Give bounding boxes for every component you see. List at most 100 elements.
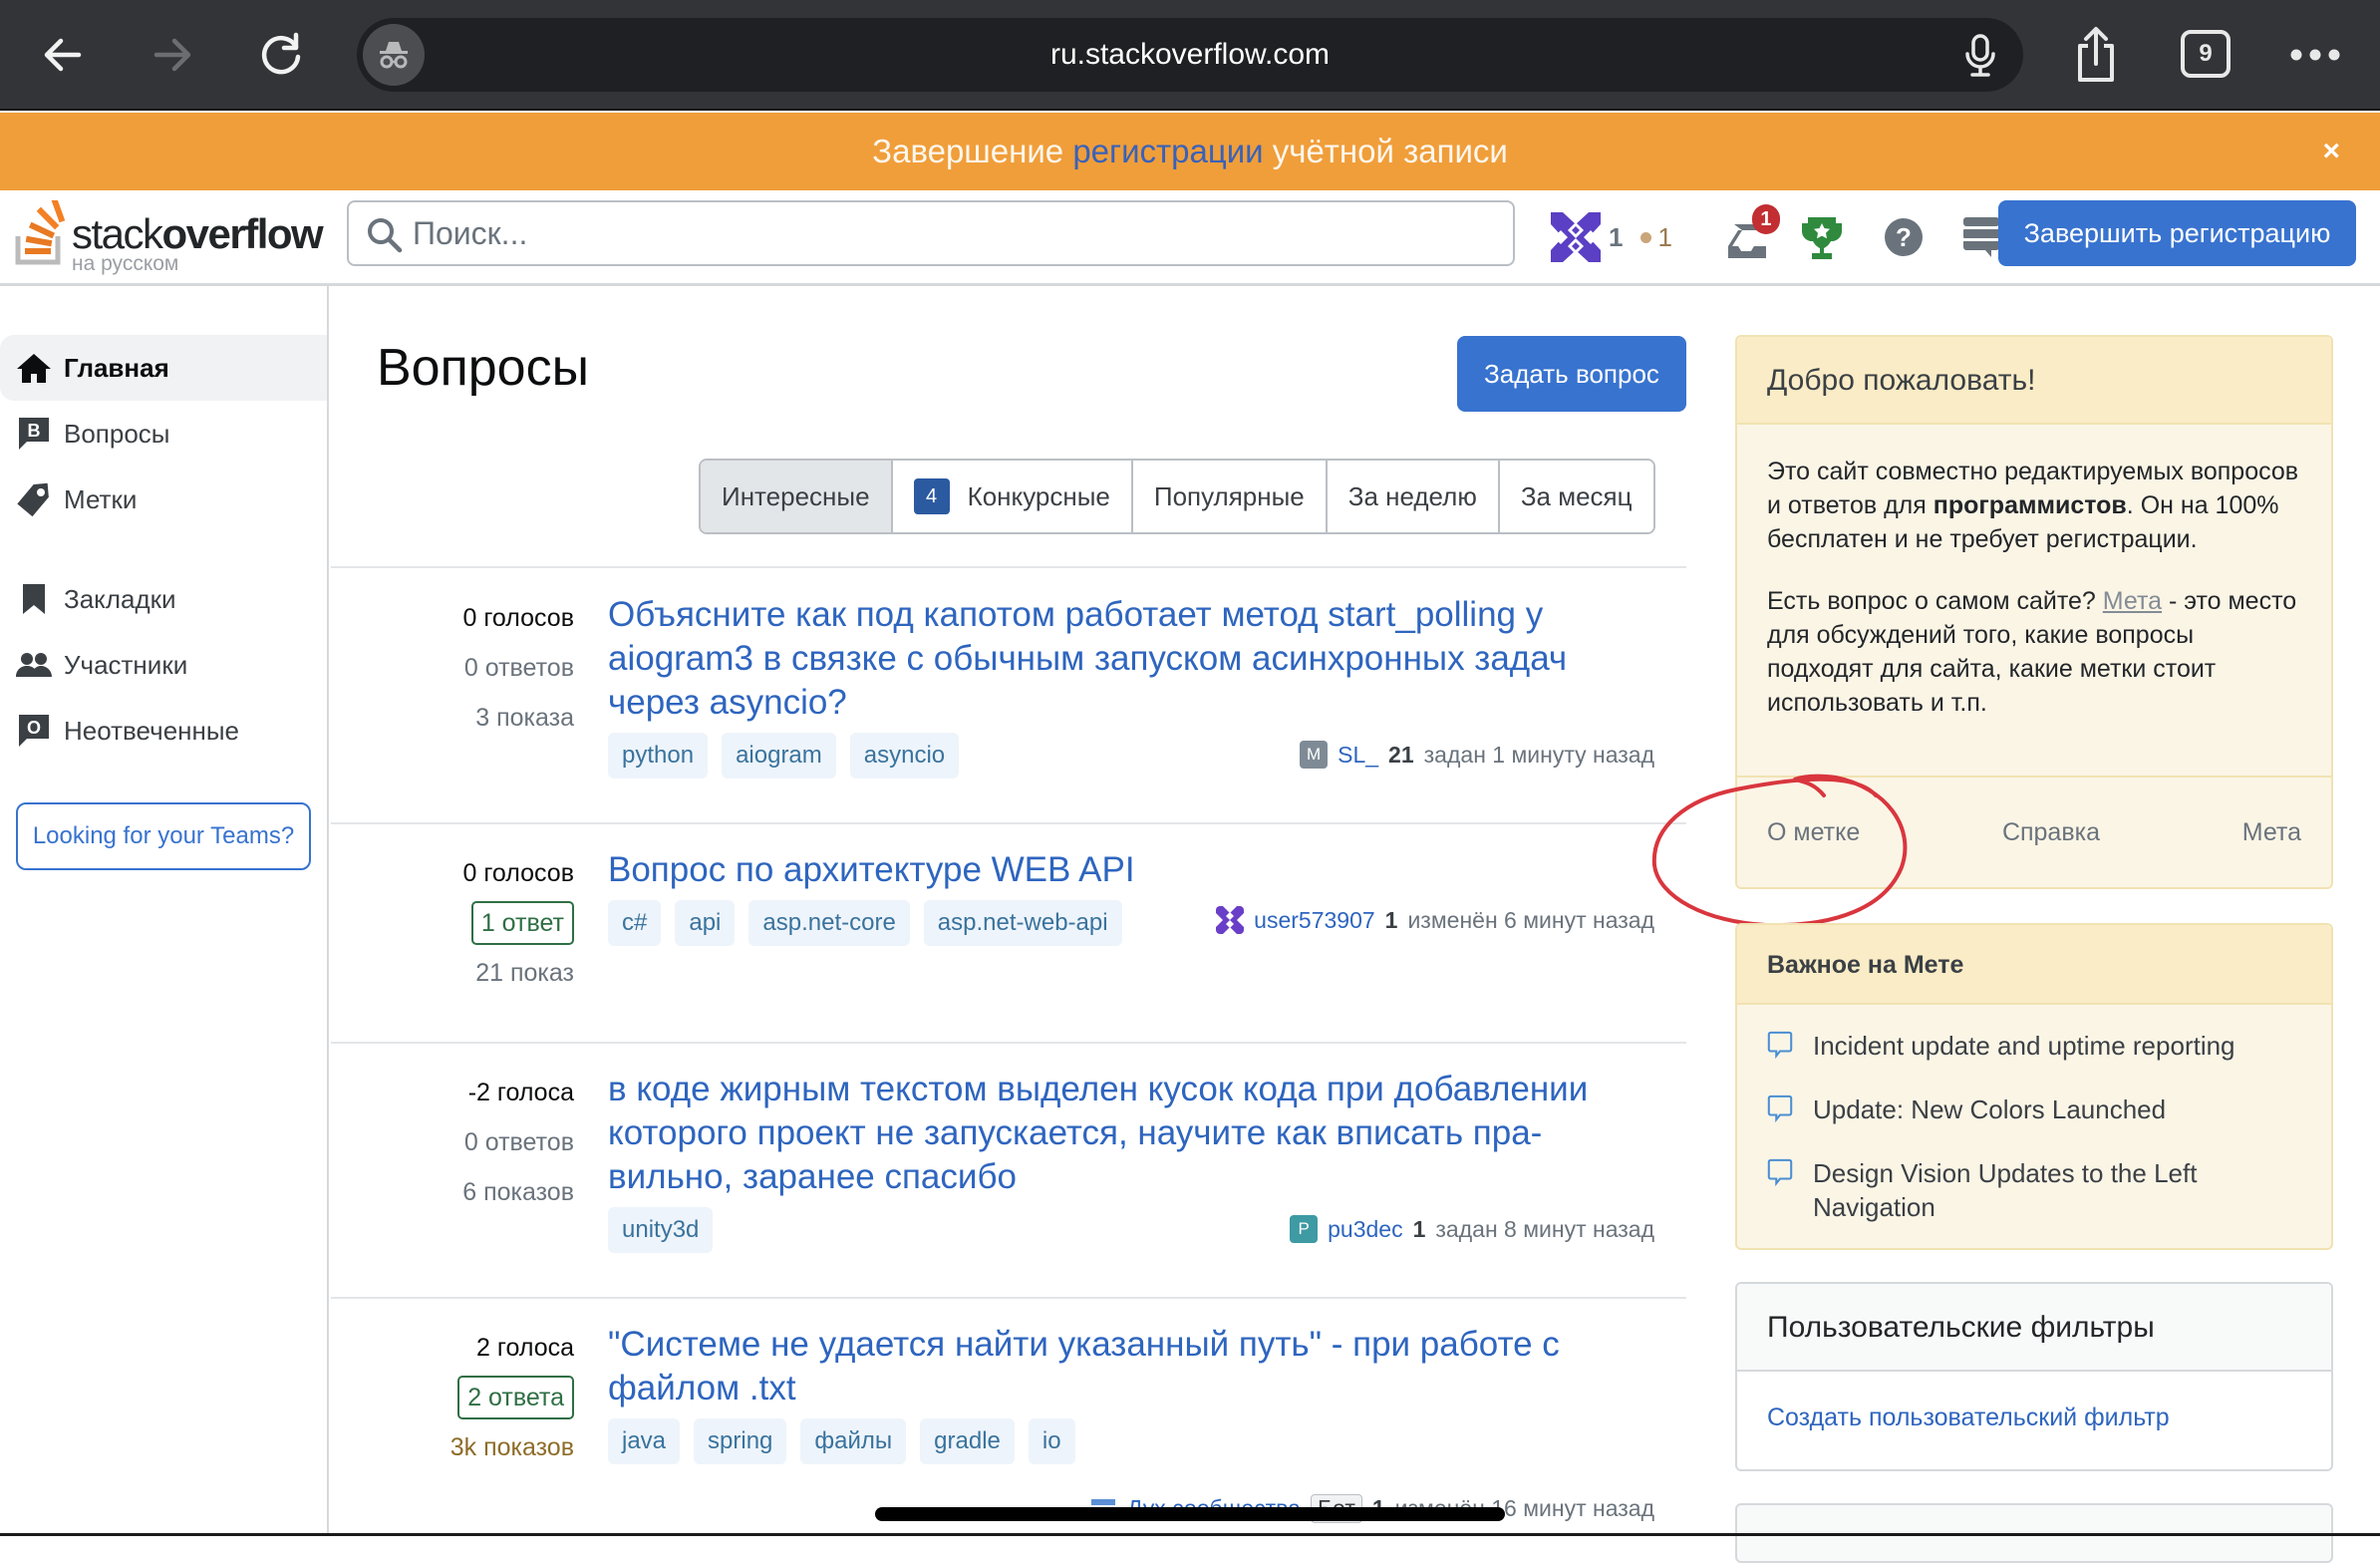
user-name-link[interactable]: user573907	[1254, 907, 1375, 934]
question-timestamp[interactable]: задан 8 минут назад	[1435, 1216, 1654, 1243]
sidebar-item-unanswered[interactable]: O Неотвеченные	[0, 698, 327, 764]
about-tag-link[interactable]: О метке	[1767, 818, 1860, 847]
search-input[interactable]	[413, 202, 1499, 264]
tag[interactable]: asp.net-core	[748, 900, 910, 946]
tag[interactable]: java	[608, 1418, 681, 1464]
sidebar-item-home[interactable]: Главная	[0, 335, 327, 401]
divider	[331, 1042, 1686, 1044]
tag[interactable]: io	[1028, 1418, 1075, 1464]
tag[interactable]: asyncio	[849, 733, 960, 779]
custom-filters-title: Пользовательские фильтры	[1737, 1284, 2331, 1372]
meta-post-item[interactable]: Incident update and uptime reporting	[1767, 1029, 2305, 1063]
vote-count: 0 голосов	[462, 604, 574, 632]
meta-post-title[interactable]: Update: New Colors Launched	[1813, 1093, 2166, 1126]
user-name-link[interactable]: SL_	[1338, 742, 1378, 769]
svg-text:B: B	[28, 421, 41, 441]
tag[interactable]: файлы	[800, 1418, 907, 1464]
search-box[interactable]	[347, 200, 1515, 266]
inbox-button[interactable]: 1	[1724, 204, 1780, 262]
filter-bountied[interactable]: 4 Конкурсные	[892, 461, 1133, 532]
tabs-button[interactable]: 9	[2181, 30, 2231, 78]
filter-month[interactable]: За месяц	[1499, 461, 1653, 532]
filter-label: Конкурсные	[967, 480, 1110, 511]
left-sidebar: Главная B Вопросы Метки Закладки Участни…	[0, 286, 329, 1536]
meta-post-item[interactable]: Design Vision Updates to the Left Naviga…	[1767, 1156, 2305, 1224]
url-text[interactable]: ru.stackoverflow.com	[357, 18, 2023, 92]
meta-post-title[interactable]: Incident update and uptime reporting	[1813, 1029, 2235, 1063]
tag[interactable]: gradle	[920, 1418, 1015, 1464]
banner-close-button[interactable]: ×	[2322, 113, 2340, 190]
filter-interesting[interactable]: Интересные	[701, 461, 893, 532]
sidebar-item-questions[interactable]: B Вопросы	[0, 401, 327, 467]
home-indicator[interactable]	[875, 1507, 1505, 1521]
back-button[interactable]	[28, 22, 98, 88]
registration-banner: Завершение регистрации учётной записи ×	[0, 113, 2380, 190]
reload-button[interactable]	[247, 22, 317, 88]
address-bar[interactable]: ru.stackoverflow.com	[357, 18, 2023, 92]
question-title-link[interactable]: Вопрос по архитектуре WEB API	[608, 848, 1664, 892]
share-icon	[2078, 27, 2114, 82]
tag[interactable]: api	[675, 900, 736, 946]
comment-bubble-icon	[1767, 1031, 1793, 1059]
microphone-icon[interactable]	[1963, 34, 1997, 78]
achievements-icon[interactable]	[1800, 213, 1844, 261]
divider	[331, 822, 1686, 824]
question-stats: 0 голосов 1 ответ 21 показ	[331, 848, 574, 998]
question-title-link[interactable]: "Системе не удается найти указанный путь…	[608, 1323, 1664, 1410]
banner-registration-link[interactable]: регистрации	[1072, 133, 1263, 169]
user-avatar[interactable]: M	[1300, 741, 1329, 769]
question-stats: 0 голосов 0 ответов 3 показа	[331, 593, 574, 743]
logo-subtitle: на русском	[72, 252, 179, 275]
stackoverflow-logo[interactable]: stackoverflow на русском	[14, 196, 324, 278]
teams-button[interactable]: Looking for your Teams?	[16, 802, 311, 870]
forward-button[interactable]	[138, 22, 207, 88]
help-icon[interactable]: ?	[1884, 217, 1924, 257]
sidebar-item-users[interactable]: Участники	[0, 632, 327, 698]
user-avatar[interactable]: P	[1290, 1215, 1319, 1243]
answer-count: 1 ответ	[470, 901, 574, 945]
meta-post-title[interactable]: Design Vision Updates to the Left Naviga…	[1813, 1156, 2305, 1224]
tag[interactable]: python	[608, 733, 709, 779]
sidebar-item-label: Метки	[64, 483, 138, 514]
user-reputation: 1	[1412, 1215, 1426, 1242]
filter-hot[interactable]: Популярные	[1132, 461, 1328, 532]
tag[interactable]: aiogram	[722, 733, 836, 779]
back-arrow-icon	[44, 38, 82, 72]
ask-question-button[interactable]: Задать вопрос	[1457, 336, 1686, 412]
welcome-body: Это сайт совместно редактируемых вопросо…	[1737, 425, 2331, 720]
header-user-area: 1 1 1 ?	[1551, 204, 2001, 270]
create-filter-link[interactable]: Создать пользовательский фильтр	[1767, 1404, 2170, 1432]
tag[interactable]: unity3d	[608, 1207, 714, 1253]
sidebar-item-tags[interactable]: Метки	[0, 467, 327, 532]
question-timestamp[interactable]: задан 1 минуту назад	[1424, 742, 1654, 769]
sidebar-item-bookmarks[interactable]: Закладки	[0, 566, 327, 632]
more-button[interactable]	[2280, 22, 2350, 88]
incognito-icon	[363, 24, 425, 86]
meta-panel-title: Важное на Мете	[1737, 925, 2331, 1005]
filter-label: За месяц	[1520, 480, 1633, 511]
svg-text:?: ?	[1896, 222, 1912, 252]
help-link[interactable]: Справка	[2002, 818, 2100, 847]
user-avatar[interactable]	[1551, 212, 1601, 262]
question-title-link[interactable]: Объясните как под капотом работает метод…	[608, 593, 1664, 725]
question-timestamp[interactable]: изменён 6 минут назад	[1407, 907, 1654, 934]
text: Есть вопрос о самом сайте?	[1767, 587, 2103, 615]
banner-text-after: учётной записи	[1263, 133, 1508, 169]
meta-post-item[interactable]: Update: New Colors Launched	[1767, 1093, 2305, 1126]
user-name-link[interactable]: pu3dec	[1328, 1216, 1402, 1243]
share-button[interactable]	[2061, 22, 2131, 88]
featured-on-meta-panel: Важное на Мете Incident update and uptim…	[1735, 923, 2333, 1250]
filter-week[interactable]: За неделю	[1327, 461, 1500, 532]
tag[interactable]: c#	[608, 900, 662, 946]
tag-icon	[16, 481, 52, 517]
meta-link[interactable]: Мета	[2103, 587, 2162, 615]
tag[interactable]: asp.net-web-api	[923, 900, 1122, 946]
tag[interactable]: spring	[694, 1418, 787, 1464]
question-title-link[interactable]: в коде жирным текстом выделен кусок кода…	[608, 1068, 1664, 1199]
user-avatar[interactable]	[1216, 906, 1245, 934]
bookmark-icon	[16, 581, 52, 617]
site-switcher-icon[interactable]	[1961, 215, 2001, 259]
meta-footer-link[interactable]: Мета	[2242, 818, 2301, 847]
finish-registration-button[interactable]: Завершить регистрацию	[1998, 200, 2356, 266]
view-count: 21 показ	[475, 959, 574, 987]
